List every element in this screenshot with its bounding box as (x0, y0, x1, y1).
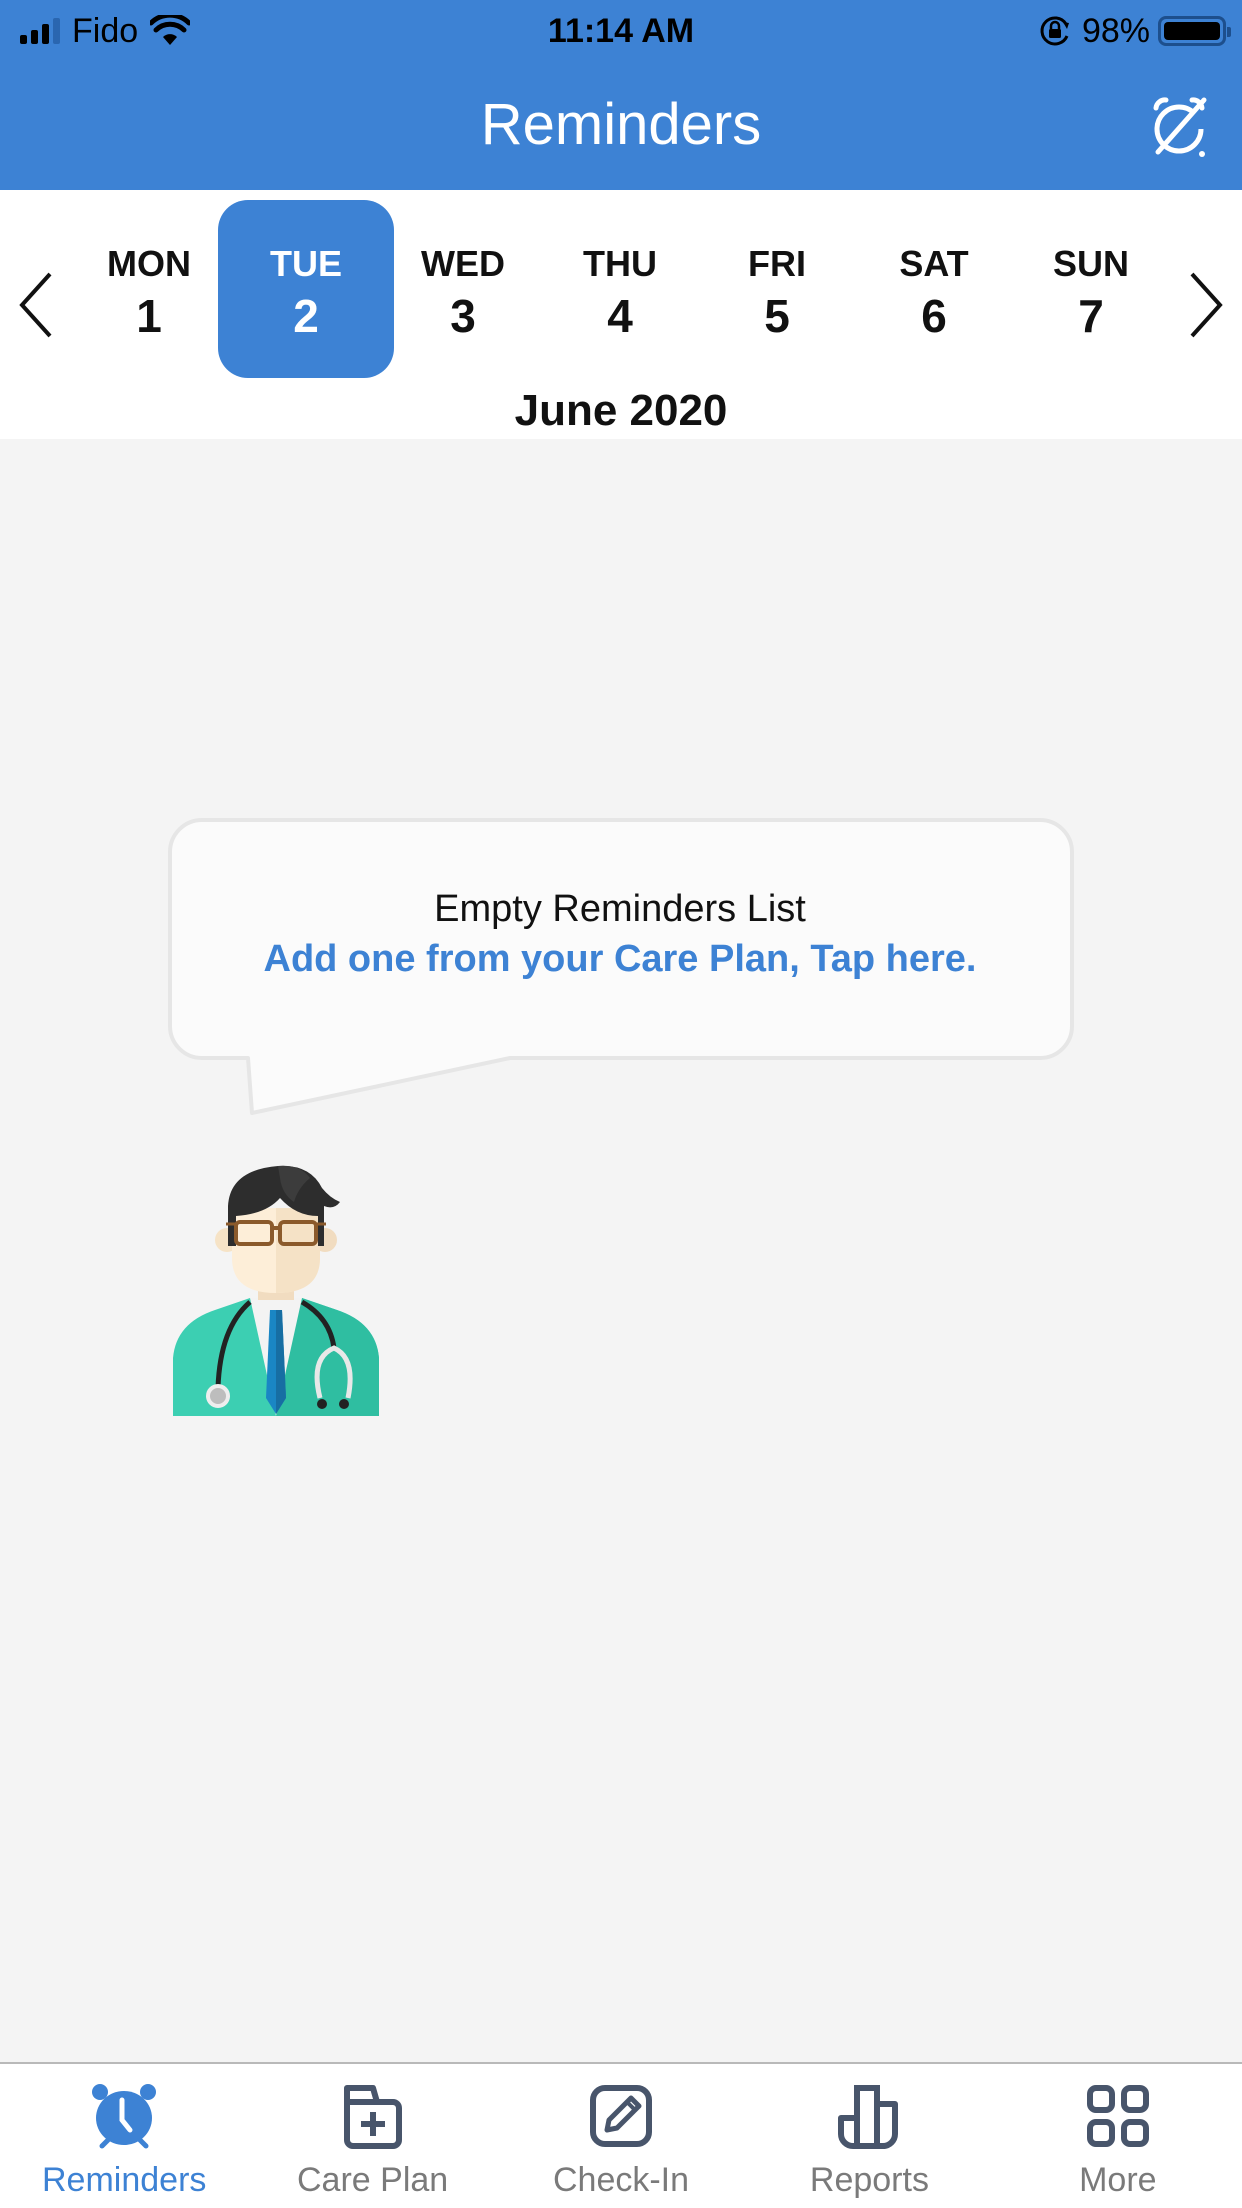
day-mon[interactable]: MON 1 (61, 200, 237, 378)
alarm-off-icon (1153, 97, 1207, 157)
day-fri[interactable]: FRI 5 (689, 200, 865, 378)
day-number: 4 (607, 290, 633, 342)
tab-care-plan[interactable]: Care Plan (248, 2064, 496, 2208)
tab-label: Care Plan (297, 2161, 449, 2199)
empty-state-text: Empty Reminders List Add one from your C… (172, 884, 1068, 984)
tab-check-in[interactable]: Check-In (497, 2064, 745, 2208)
tab-reports[interactable]: Reports (745, 2064, 993, 2208)
day-sat[interactable]: SAT 6 (846, 200, 1022, 378)
day-name: WED (421, 243, 505, 284)
week-selector: MON 1 TUE 2 WED 3 THU 4 FRI 5 SAT 6 SUN 7 June 2020 (0, 190, 1242, 439)
day-number: 6 (921, 290, 947, 342)
day-number: 1 (136, 290, 162, 342)
tab-more[interactable]: More (994, 2064, 1242, 2208)
edit-icon (590, 2085, 653, 2147)
tab-label: Reminders (42, 2161, 207, 2199)
add-from-care-plan-link[interactable]: Add one from your Care Plan, Tap here. (172, 934, 1068, 984)
day-number: 2 (293, 290, 319, 342)
alarm-off-button[interactable] (1146, 92, 1212, 158)
battery-percent: 98% (1081, 11, 1150, 50)
chevron-left-icon (19, 272, 52, 338)
day-number: 3 (450, 290, 476, 342)
day-number: 5 (764, 290, 790, 342)
month-label: June 2020 (514, 386, 728, 435)
tab-label: Reports (809, 2161, 929, 2199)
empty-state-title: Empty Reminders List (434, 888, 806, 930)
day-tue[interactable]: TUE 2 (218, 200, 394, 378)
tab-label: Check-In (552, 2161, 690, 2199)
orientation-lock-icon (1040, 16, 1069, 46)
day-sun[interactable]: SUN 7 (1003, 200, 1179, 378)
battery-icon (1158, 16, 1231, 46)
day-wed[interactable]: WED 3 (375, 200, 551, 378)
day-name: MON (107, 243, 191, 284)
status-right: 98% (1038, 8, 1231, 54)
app-header: Fido 11:14 AM 98% Reminders (0, 0, 1242, 190)
day-thu[interactable]: THU 4 (532, 200, 708, 378)
next-week-button[interactable] (1176, 250, 1236, 360)
tab-label: More (1079, 2161, 1157, 2199)
day-name: FRI (748, 243, 806, 284)
bar-chart-icon (838, 2085, 899, 2149)
day-number: 7 (1078, 290, 1104, 342)
medical-folder-icon (343, 2085, 402, 2149)
day-name: SUN (1052, 243, 1129, 284)
empty-state-bubble: Empty Reminders List Add one from your C… (160, 808, 1080, 1128)
doctor-illustration (173, 1165, 379, 1416)
grid-icon (1086, 2085, 1149, 2147)
day-name: THU (583, 243, 657, 284)
doctor-avatar (170, 1158, 382, 1416)
bottom-tab-bar: Reminders Care Plan Check-In Reports Mor… (0, 2062, 1242, 2208)
previous-week-button[interactable] (6, 250, 66, 360)
tab-reminders[interactable]: Reminders (0, 2064, 248, 2208)
chevron-right-icon (1190, 272, 1223, 338)
alarm-clock-icon (92, 2084, 157, 2149)
page-title: Reminders (480, 92, 762, 157)
day-name: SAT (899, 243, 969, 284)
day-name: TUE (270, 243, 342, 284)
status-bar: Fido 11:14 AM 98% (0, 0, 1242, 62)
